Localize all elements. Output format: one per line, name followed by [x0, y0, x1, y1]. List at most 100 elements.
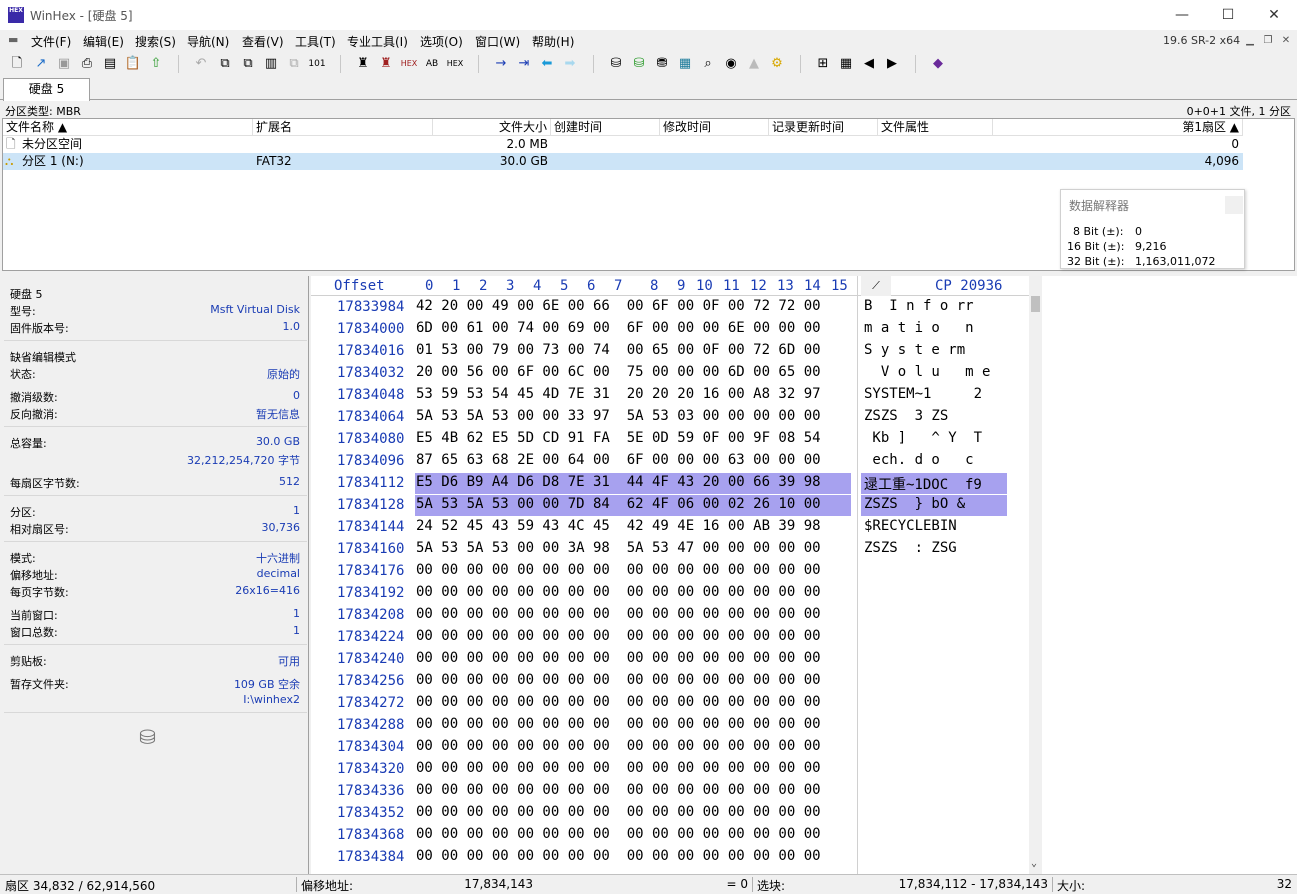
print-icon[interactable]: ⎙ — [78, 55, 96, 73]
table-view-icon[interactable]: ▦ — [837, 55, 855, 73]
menu-view[interactable]: 查看(V) — [242, 33, 284, 50]
replace-hex2-icon[interactable]: HEX — [446, 55, 464, 73]
row-offset[interactable]: 17834048 — [337, 387, 404, 403]
goto-offset-icon[interactable]: → — [492, 55, 510, 73]
row-offset[interactable]: 17834336 — [337, 783, 404, 799]
row-bytes[interactable]: 87 65 63 68 2E 00 64 00 6F 00 00 00 63 0… — [416, 452, 821, 468]
clipboard-icon[interactable]: 📋 — [124, 55, 142, 73]
row-text[interactable]: m a t i o n — [864, 320, 974, 336]
row-offset[interactable]: 17834176 — [337, 563, 404, 579]
row-offset[interactable]: 17834352 — [337, 805, 404, 821]
hex-row[interactable]: 17834000 6D 00 61 00 74 00 69 00 6F 00 00… — [311, 319, 1029, 341]
copy-icon[interactable]: ⧉ — [216, 55, 234, 73]
row-offset[interactable]: 17834064 — [337, 409, 404, 425]
row-bytes[interactable]: 00 00 00 00 00 00 00 00 00 00 00 00 00 0… — [416, 650, 821, 666]
row-text[interactable]: 逯工重~1DOC f9 — [864, 474, 982, 494]
mdi-restore-button[interactable]: ❐ — [1260, 34, 1276, 48]
col-header-created[interactable]: 创建时间 — [551, 119, 660, 136]
row-text[interactable]: S y s t e rm — [864, 342, 965, 358]
hex-row[interactable]: 17834352 00 00 00 00 00 00 00 00 00 00 00… — [311, 803, 1029, 825]
data-interpreter[interactable]: 数据解释器 8 Bit (±): 0 16 Bit (±): 9,216 32 … — [1060, 189, 1245, 269]
row-offset[interactable]: 17834256 — [337, 673, 404, 689]
row-offset[interactable]: 17834096 — [337, 453, 404, 469]
search-icon[interactable]: ⌕ — [699, 55, 717, 73]
row-offset[interactable]: 17834016 — [337, 343, 404, 359]
next-window-icon[interactable]: ▶ — [883, 55, 901, 73]
table-row[interactable]: ⛬ 分区 1 (N:) FAT32 30.0 GB 4,096 — [3, 153, 1243, 170]
col-header-name[interactable]: 文件名称 ▲ — [3, 119, 253, 136]
prev-window-icon[interactable]: ◀ — [860, 55, 878, 73]
row-bytes[interactable]: 6D 00 61 00 74 00 69 00 6F 00 00 00 6E 0… — [416, 320, 821, 336]
col-header-size[interactable]: 文件大小 — [433, 119, 551, 136]
row-offset[interactable]: 17834000 — [337, 321, 404, 337]
row-bytes[interactable]: 00 00 00 00 00 00 00 00 00 00 00 00 00 0… — [416, 562, 821, 578]
row-offset[interactable]: 17834112 — [337, 475, 404, 491]
save-icon[interactable]: ▣ — [55, 55, 73, 73]
text-column-toggle[interactable]: ⟋ — [861, 276, 891, 296]
menu-tools[interactable]: 工具(T) — [295, 33, 336, 50]
vertical-scrollbar[interactable]: ⌄ — [1029, 276, 1042, 874]
row-text[interactable]: ech. d o c — [864, 452, 974, 468]
row-offset[interactable]: 17834288 — [337, 717, 404, 733]
row-text[interactable]: SYSTEM~1  2 — [864, 386, 982, 402]
hex-row[interactable]: 17834144 24 52 45 43 59 43 4C 45 42 49 4E… — [311, 517, 1029, 539]
row-bytes[interactable]: 00 00 00 00 00 00 00 00 00 00 00 00 00 0… — [416, 848, 821, 864]
col-header-ext[interactable]: 扩展名 — [253, 119, 433, 136]
row-bytes[interactable]: 5A 53 5A 53 00 00 33 97 5A 53 03 00 00 0… — [416, 408, 821, 424]
row-text[interactable]: ZSZS : ZSG — [864, 540, 957, 556]
hex-row[interactable]: 17833984 42 20 00 49 00 6E 00 66 00 6F 00… — [311, 297, 1029, 319]
col-header-first-sector[interactable]: 第1扇区 ▲ — [993, 119, 1243, 136]
mdi-minimize-button[interactable]: ▁ — [1242, 34, 1258, 48]
hex-row[interactable]: 17834256 00 00 00 00 00 00 00 00 00 00 00… — [311, 671, 1029, 693]
hex-row[interactable]: 17834176 00 00 00 00 00 00 00 00 00 00 00… — [311, 561, 1029, 583]
row-offset[interactable]: 17834240 — [337, 651, 404, 667]
hex-row[interactable]: 17834080 E5 4B 62 E5 5D CD 91 FA 5E 0D 59… — [311, 429, 1029, 451]
row-offset[interactable]: 17834384 — [337, 849, 404, 865]
export-icon[interactable]: ⇧ — [147, 55, 165, 73]
hex-row[interactable]: 17834048 53 59 53 54 45 4D 7E 31 20 20 20… — [311, 385, 1029, 407]
hex-row[interactable]: 17834096 87 65 63 68 2E 00 64 00 6F 00 00… — [311, 451, 1029, 473]
gray-tool-icon[interactable]: ▲ — [745, 55, 763, 73]
row-offset[interactable]: 17834224 — [337, 629, 404, 645]
hex-row[interactable]: 17834112 E5 D6 B9 A4 D6 D8 7E 31 44 4F 43… — [311, 473, 1029, 495]
row-bytes[interactable]: 00 00 00 00 00 00 00 00 00 00 00 00 00 0… — [416, 716, 821, 732]
disk-tools-icon[interactable]: ⛁ — [630, 55, 648, 73]
row-offset[interactable]: 17834032 — [337, 365, 404, 381]
row-bytes[interactable]: 01 53 00 79 00 73 00 74 00 65 00 0F 00 7… — [416, 342, 821, 358]
close-button[interactable]: ✕ — [1251, 0, 1297, 30]
row-bytes[interactable]: 24 52 45 43 59 43 4C 45 42 49 4E 16 00 A… — [416, 518, 821, 534]
col-header-modified[interactable]: 修改时间 — [660, 119, 769, 136]
scroll-down-icon[interactable]: ⌄ — [1031, 858, 1037, 869]
minimize-button[interactable]: — — [1159, 0, 1205, 30]
properties-icon[interactable]: ▤ — [101, 55, 119, 73]
hex-row[interactable]: 17834240 00 00 00 00 00 00 00 00 00 00 00… — [311, 649, 1029, 671]
undo-icon[interactable]: ↶ — [192, 55, 210, 73]
menu-window[interactable]: 窗口(W) — [475, 33, 520, 50]
goto-sector-icon[interactable]: ⇥ — [515, 55, 533, 73]
row-bytes[interactable]: 20 00 56 00 6F 00 6C 00 75 00 00 00 6D 0… — [416, 364, 821, 380]
hex-row[interactable]: 17834272 00 00 00 00 00 00 00 00 00 00 00… — [311, 693, 1029, 715]
row-text[interactable]: ZSZS 3 ZS — [864, 408, 948, 424]
find-text-icon[interactable]: ♜ — [354, 55, 372, 73]
hex-row[interactable]: 17834128 5A 53 5A 53 00 00 7D 84 62 4F 06… — [311, 495, 1029, 517]
hex-row[interactable]: 17834160 5A 53 5A 53 00 00 3A 98 5A 53 47… — [311, 539, 1029, 561]
row-text[interactable]: B I n f o rr — [864, 298, 974, 314]
hex-row[interactable]: 17834320 00 00 00 00 00 00 00 00 00 00 00… — [311, 759, 1029, 781]
row-bytes[interactable]: 00 00 00 00 00 00 00 00 00 00 00 00 00 0… — [416, 826, 821, 842]
ram-icon[interactable]: ▦ — [676, 55, 694, 73]
recover-icon[interactable]: ◉ — [722, 55, 740, 73]
replace-text-icon[interactable]: AB — [423, 55, 441, 73]
find-hex-icon[interactable]: ♜ — [377, 55, 395, 73]
maximize-button[interactable]: ☐ — [1205, 0, 1251, 30]
menu-options[interactable]: 选项(O) — [420, 33, 463, 50]
hex-row[interactable]: 17834368 00 00 00 00 00 00 00 00 00 00 00… — [311, 825, 1029, 847]
paste-icon[interactable]: ▥ — [262, 55, 280, 73]
row-offset[interactable]: 17834368 — [337, 827, 404, 843]
hex-row[interactable]: 17834192 00 00 00 00 00 00 00 00 00 00 00… — [311, 583, 1029, 605]
directory-browser-icon[interactable]: ⊞ — [814, 55, 832, 73]
row-offset[interactable]: 17834208 — [337, 607, 404, 623]
row-offset[interactable]: 17834192 — [337, 585, 404, 601]
menu-search[interactable]: 搜索(S) — [135, 33, 176, 50]
hex-row[interactable]: 17834208 00 00 00 00 00 00 00 00 00 00 00… — [311, 605, 1029, 627]
hex-row[interactable]: 17834224 00 00 00 00 00 00 00 00 00 00 00… — [311, 627, 1029, 649]
